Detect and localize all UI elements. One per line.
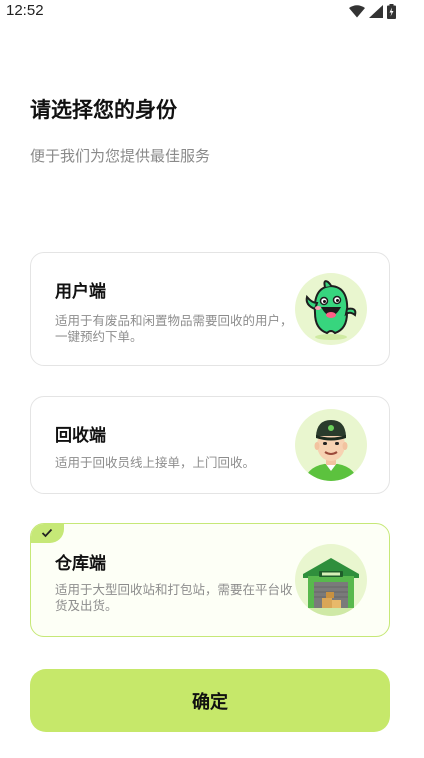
checkmark-icon bbox=[41, 528, 53, 538]
role-description: 适用于大型回收站和打包站，需要在平台收货及出货。 bbox=[55, 582, 293, 613]
role-title: 回收端 bbox=[55, 426, 106, 446]
page-title: 请选择您的身份 bbox=[30, 98, 177, 122]
status-time: 12:52 bbox=[6, 2, 44, 19]
signal-icon bbox=[369, 5, 383, 18]
status-icons bbox=[349, 4, 396, 19]
confirm-button[interactable]: 确定 bbox=[30, 669, 390, 732]
selected-check-badge bbox=[31, 524, 64, 543]
battery-icon bbox=[387, 4, 396, 19]
warehouse-icon bbox=[295, 544, 367, 616]
recycler-worker-icon bbox=[295, 409, 367, 481]
page-subtitle: 便于我们为您提供最佳服务 bbox=[30, 147, 211, 165]
status-bar: 12:52 bbox=[0, 0, 424, 24]
wifi-icon bbox=[349, 5, 365, 18]
role-card-user[interactable]: 用户端 适用于有废品和闲置物品需要回收的用户，一键预约下单。 bbox=[30, 252, 390, 366]
role-description: 适用于回收员线上接单，上门回收。 bbox=[55, 455, 256, 470]
role-card-warehouse[interactable]: 仓库端 适用于大型回收站和打包站，需要在平台收货及出货。 bbox=[30, 523, 390, 637]
role-title: 用户端 bbox=[55, 282, 106, 302]
role-card-recycler[interactable]: 回收端 适用于回收员线上接单，上门回收。 bbox=[30, 396, 390, 494]
role-title: 仓库端 bbox=[55, 554, 106, 574]
role-description: 适用于有废品和闲置物品需要回收的用户，一键预约下单。 bbox=[55, 313, 293, 344]
ghost-mascot-icon bbox=[295, 273, 367, 345]
